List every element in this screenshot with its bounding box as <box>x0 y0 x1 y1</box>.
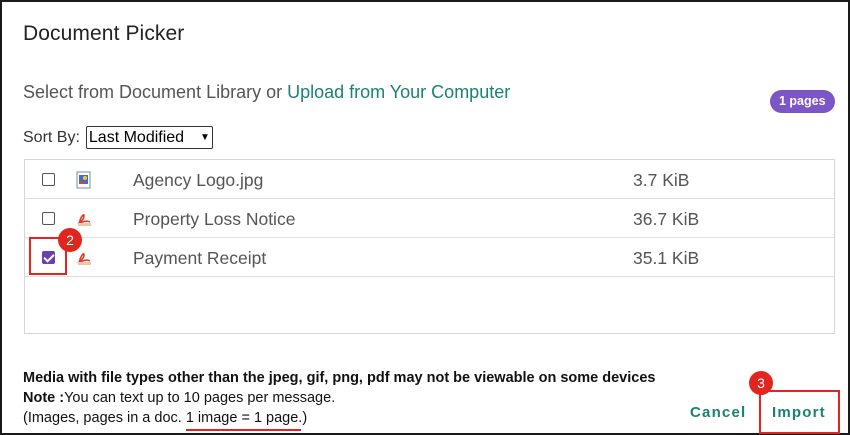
page-limit-note: Note :You can text up to 10 pages per me… <box>23 388 655 408</box>
upload-from-computer-link[interactable]: Upload from Your Computer <box>287 82 510 102</box>
import-button[interactable]: Import <box>772 404 826 421</box>
images-suffix: .) <box>298 410 308 426</box>
file-checkbox[interactable] <box>42 212 55 225</box>
file-name: Property Loss Notice <box>133 209 296 229</box>
footer-note: Media with file types other than the jpe… <box>23 368 656 431</box>
image-page-rule: (Images, pages in a doc. 1 image = 1 pag… <box>23 408 655 431</box>
file-row[interactable]: Agency Logo.jpg 3.7 KiB <box>25 160 834 199</box>
note-text: You can text up to 10 pages per message. <box>64 390 336 406</box>
image-page-rule-highlight: 1 image = 1 page <box>185 410 302 431</box>
sort-selected-value: Last Modified <box>88 128 185 146</box>
dialog-title: Document Picker <box>23 22 185 45</box>
file-size: 35.1 KiB <box>633 248 700 268</box>
pdf-file-icon <box>77 214 91 226</box>
sort-row: Sort By: Last Modified ▼ <box>23 126 213 149</box>
file-size: 36.7 KiB <box>633 209 700 229</box>
pages-count-badge: 1 pages <box>770 90 835 113</box>
file-checkbox[interactable] <box>42 173 55 186</box>
sort-label: Sort By: <box>23 128 80 146</box>
image-file-icon <box>76 171 91 189</box>
step-marker-2: 2 <box>58 228 82 252</box>
file-size: 3.7 KiB <box>633 170 690 190</box>
images-prefix: (Images, pages in a doc. <box>23 410 186 426</box>
document-picker-dialog: Document Picker Select from Document Lib… <box>0 0 850 435</box>
select-source-line: Select from Document Library or Upload f… <box>23 82 510 103</box>
file-list: Agency Logo.jpg 3.7 KiB Property Loss No… <box>24 159 835 334</box>
file-row[interactable]: Payment Receipt 35.1 KiB <box>25 238 834 277</box>
filetype-warning: Media with file types other than the jpe… <box>23 370 656 386</box>
step-marker-3: 3 <box>749 371 773 395</box>
select-prefix-text: Select from Document Library or <box>23 82 288 102</box>
sort-select[interactable]: Last Modified ▼ <box>85 126 213 149</box>
note-label: Note : <box>23 390 65 406</box>
file-name: Agency Logo.jpg <box>133 170 264 190</box>
file-row[interactable]: Property Loss Notice 36.7 KiB <box>25 199 834 238</box>
chevron-down-icon: ▼ <box>200 132 210 143</box>
file-name: Payment Receipt <box>133 248 267 268</box>
cancel-button[interactable]: Cancel <box>690 404 746 421</box>
pdf-file-icon <box>77 253 91 265</box>
file-checkbox-checked[interactable] <box>42 251 55 264</box>
